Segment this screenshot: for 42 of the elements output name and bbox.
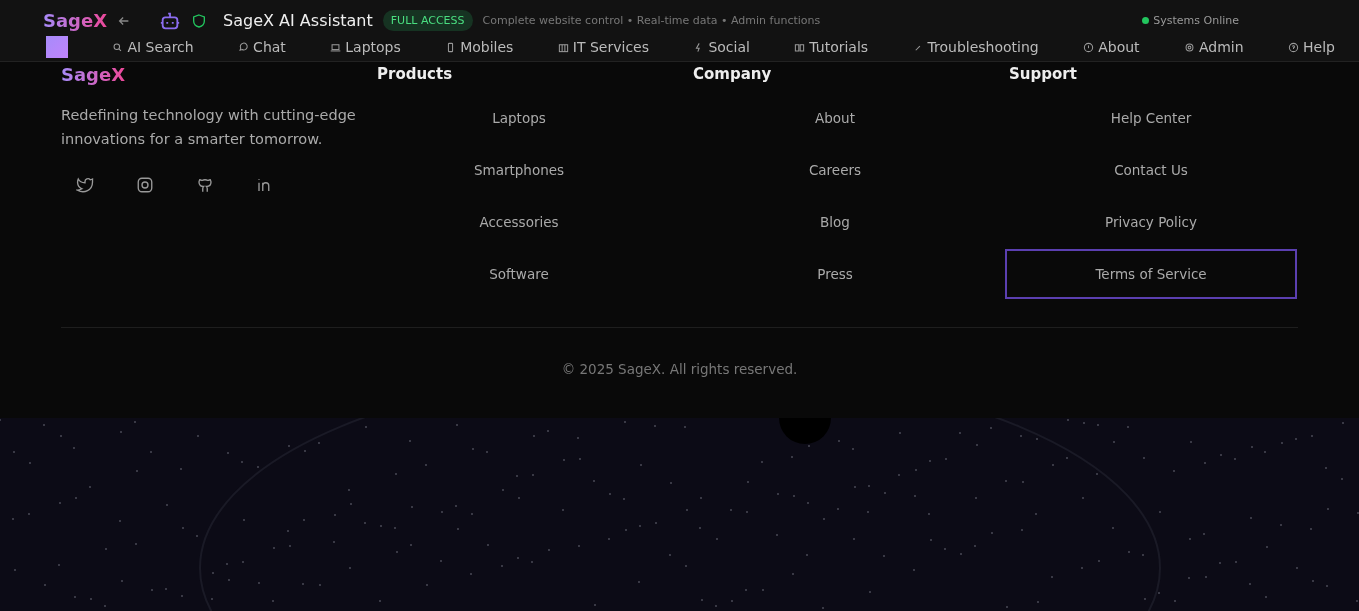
- assistant-title: SageX AI Assistant: [223, 11, 373, 31]
- nav-link[interactable]: Tutorials: [794, 39, 869, 56]
- footer-link[interactable]: Laptops: [373, 93, 665, 143]
- nav-link[interactable]: Troubleshooting: [912, 39, 1039, 56]
- footer-link[interactable]: Privacy Policy: [1005, 197, 1297, 247]
- settings-icon: [1184, 41, 1195, 53]
- footer-link[interactable]: Help Center: [1005, 93, 1297, 143]
- nav-link[interactable]: IT Services: [557, 39, 649, 56]
- column-heading: Support: [1009, 65, 1077, 83]
- box-icon: [557, 41, 569, 53]
- column-heading: Products: [377, 65, 453, 83]
- footer-link[interactable]: Blog: [689, 197, 981, 247]
- nav-link[interactable]: Mobiles: [445, 39, 514, 56]
- logo-mark-icon: [46, 36, 68, 59]
- nav-link[interactable]: Help: [1288, 39, 1335, 56]
- help-icon: [1288, 41, 1300, 53]
- assistant-subtitle: Complete website control • Real-time data • Admin functions: [482, 14, 821, 28]
- access-badge: FULL ACCESS: [382, 10, 473, 32]
- nav-link[interactable]: Admin: [1184, 39, 1244, 56]
- shield-icon: [191, 12, 208, 29]
- laptop-icon: [330, 41, 342, 53]
- footer-link[interactable]: Accessories: [373, 197, 665, 247]
- footer-link[interactable]: Contact Us: [1005, 145, 1297, 195]
- nav-link[interactable]: Chat: [238, 39, 286, 56]
- status-label: Systems Online: [1153, 14, 1239, 28]
- footer-link[interactable]: About: [689, 93, 981, 143]
- nav-link[interactable]: Laptops: [330, 39, 401, 56]
- footer-link[interactable]: Careers: [689, 145, 981, 195]
- nav-link[interactable]: Social: [693, 39, 750, 56]
- footer-link[interactable]: Press: [689, 249, 981, 299]
- search-icon: [112, 41, 124, 53]
- info-icon: [1083, 41, 1095, 53]
- nav-link[interactable]: About: [1083, 39, 1140, 56]
- footer-link[interactable]: Software: [373, 249, 665, 299]
- nav-link[interactable]: AI Search: [112, 39, 194, 56]
- footer-description: Redefining technology with cutting-edge innovations for a smarter tomorrow.: [61, 106, 357, 149]
- chat-bubble-icon: [238, 41, 250, 53]
- column-heading: Company: [693, 65, 772, 83]
- book-icon: [794, 41, 806, 53]
- copyright-text: © 2025 SageX. All rights reserved.: [561, 361, 798, 377]
- footer-link[interactable]: Terms of Service: [1005, 249, 1297, 299]
- footer-link[interactable]: Smartphones: [373, 145, 665, 195]
